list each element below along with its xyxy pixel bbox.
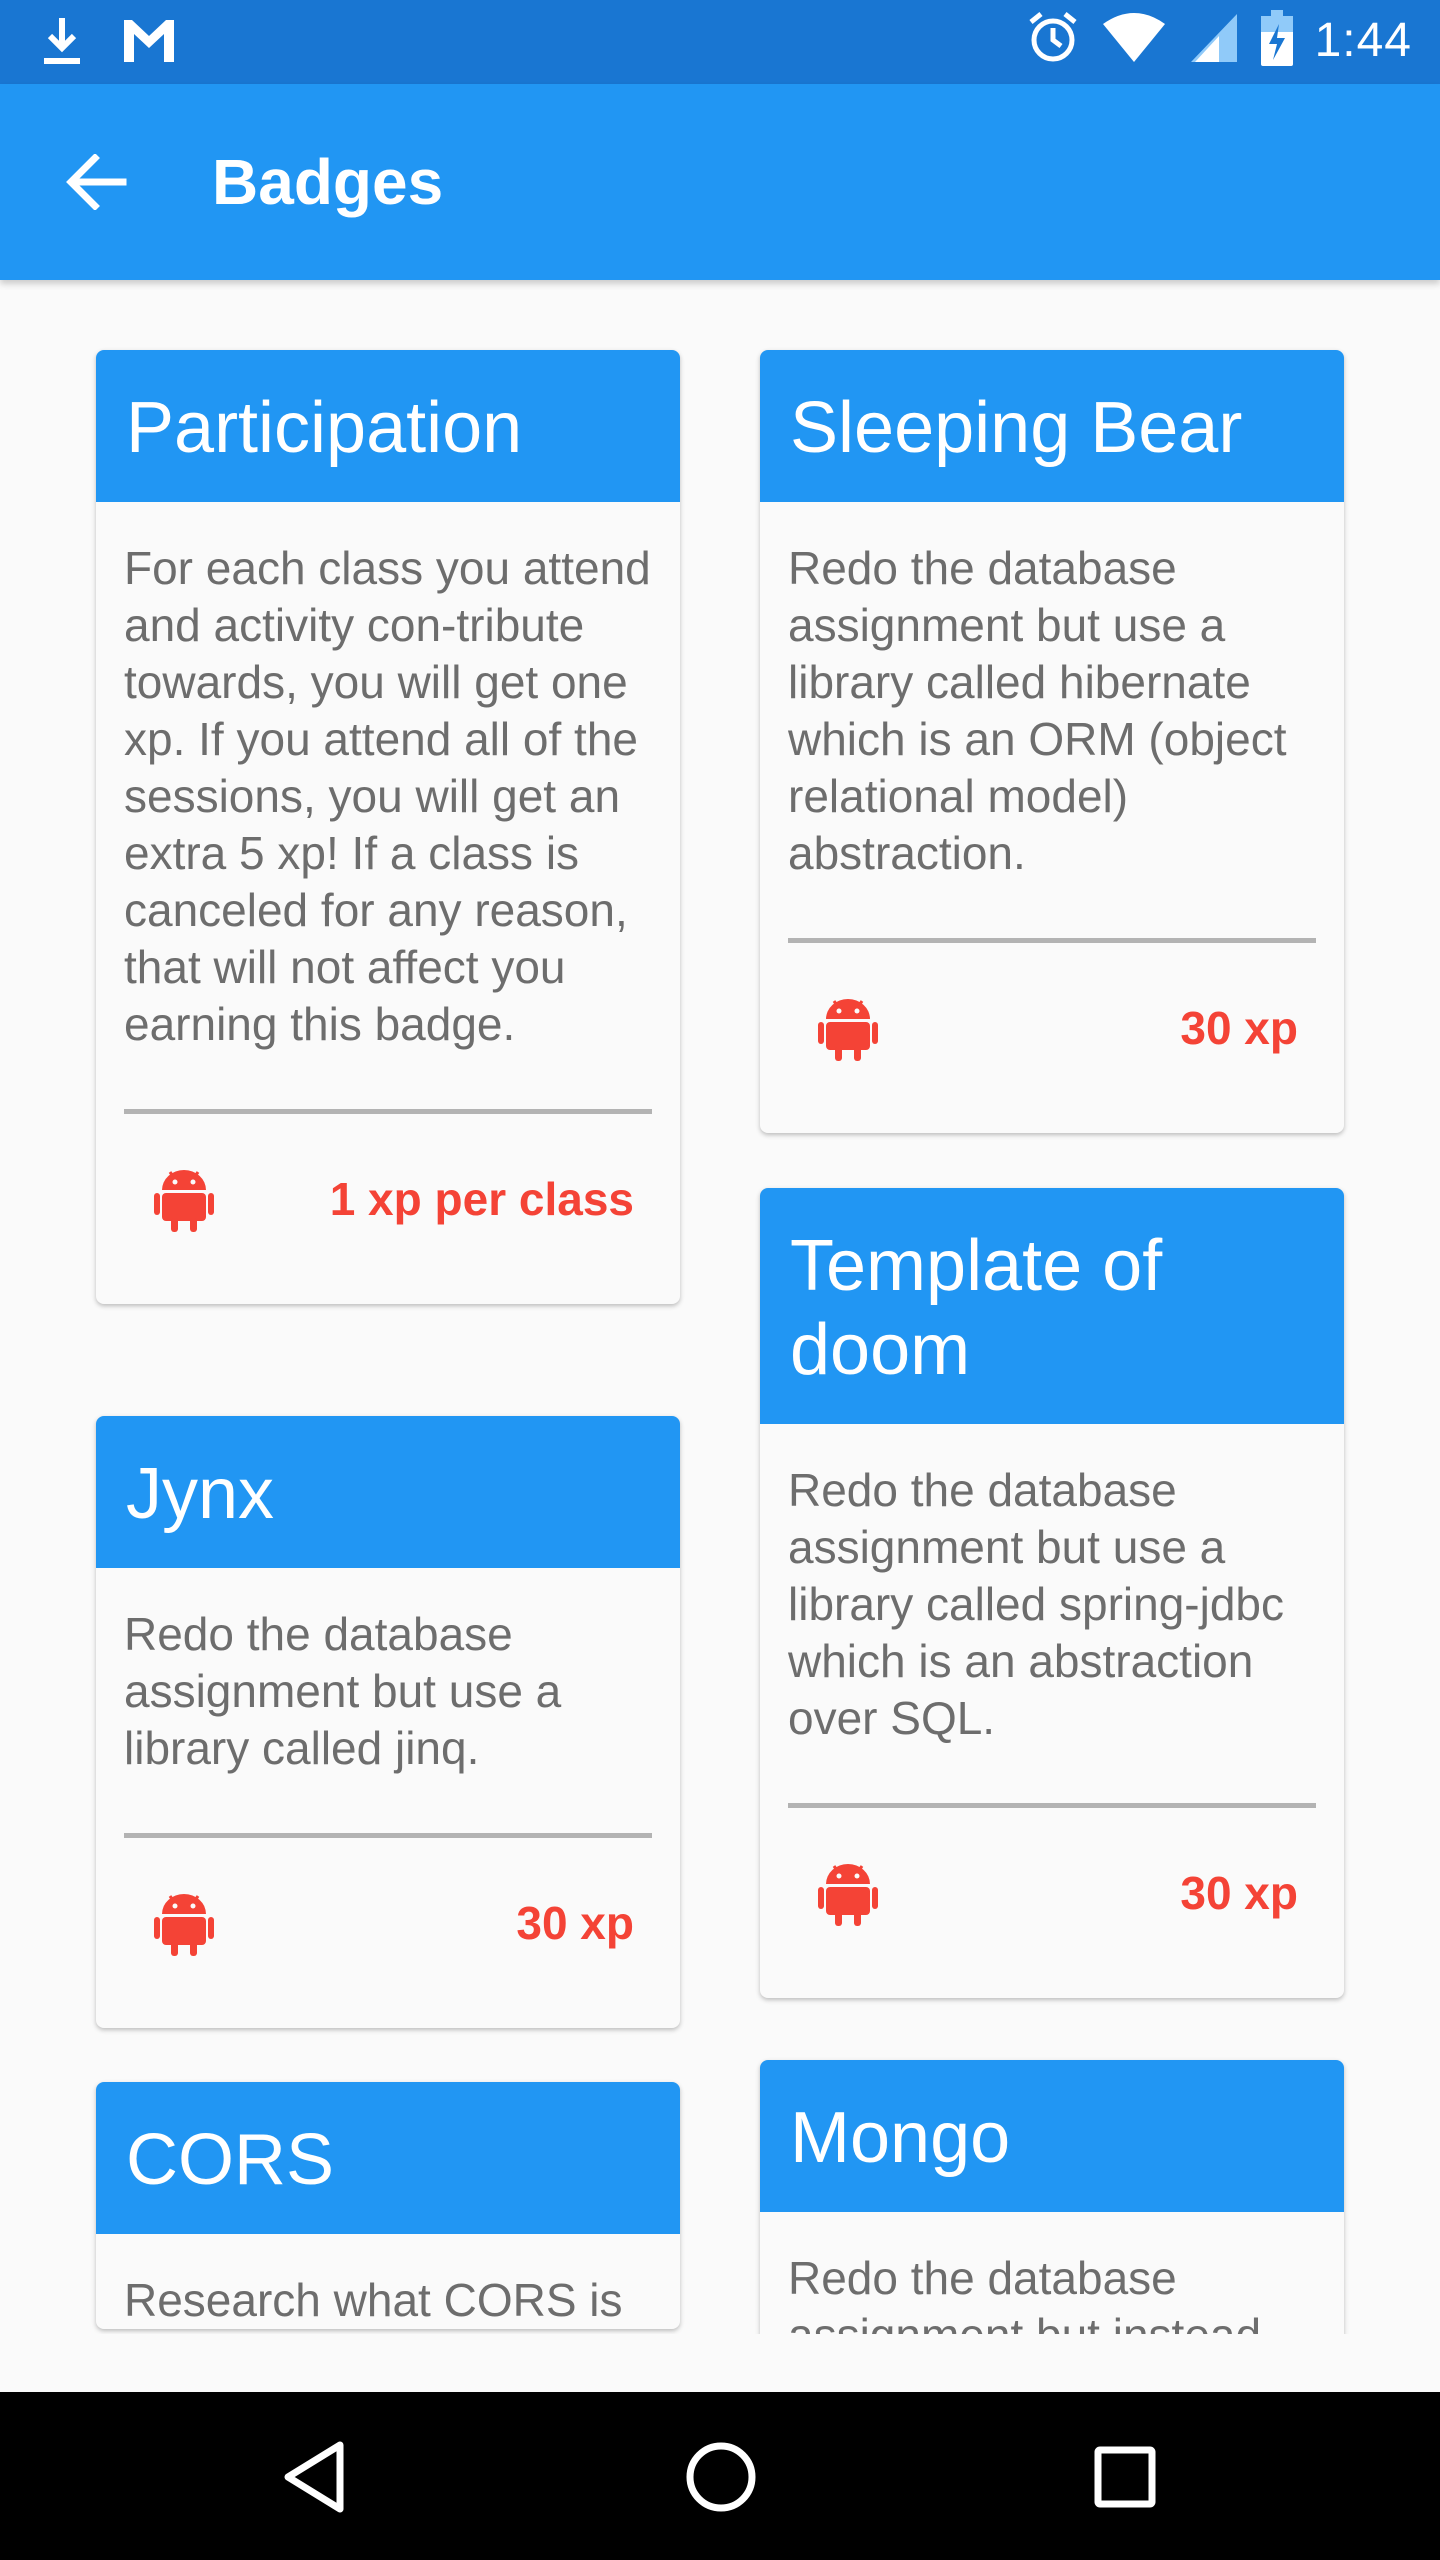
back-triangle-icon [284, 2441, 344, 2513]
badge-card-mongo[interactable]: Mongo Redo the database assignment but i… [760, 2060, 1344, 2334]
badge-card-sleeping-bear[interactable]: Sleeping Bear Redo the database assignme… [760, 350, 1344, 1133]
badge-title: Mongo [760, 2060, 1344, 2212]
status-left-icons [40, 14, 176, 73]
navigation-bar [0, 2392, 1440, 2560]
badge-card-template-of-doom[interactable]: Template of doom Redo the database assig… [760, 1188, 1344, 1998]
arrow-back-icon [66, 154, 127, 210]
back-button[interactable] [56, 142, 136, 222]
recents-square-icon [1094, 2446, 1156, 2508]
android-icon [154, 1170, 214, 1232]
badge-footer: 1 xp per class [96, 1114, 680, 1304]
badge-footer: 30 xp [760, 1808, 1344, 1998]
xp-value: 1 xp per class [329, 1173, 634, 1225]
badge-description: Redo the database assignment but use a l… [124, 1608, 562, 1774]
badge-card-participation[interactable]: Participation For each class you attend … [96, 350, 680, 1304]
app-bar: Badges [0, 84, 1440, 280]
badge-title: Template of doom [760, 1188, 1344, 1424]
badge-description: Research what CORS is [124, 2274, 623, 2326]
page-title: Badges [212, 146, 444, 218]
xp-value: 30 xp [516, 1897, 634, 1949]
nav-back-button[interactable] [270, 2432, 360, 2522]
home-circle-icon [686, 2442, 756, 2512]
nav-home-button[interactable] [676, 2432, 766, 2522]
xp-value: 30 xp [1180, 1002, 1298, 1054]
nav-recents-button[interactable] [1080, 2432, 1170, 2522]
badge-footer: 30 xp [760, 943, 1344, 1133]
badge-title: Participation [96, 350, 680, 502]
badge-card-cors[interactable]: CORS Research what CORS is [96, 2082, 680, 2329]
status-time: 1:44 [1314, 14, 1412, 67]
signal-icon [1189, 12, 1239, 69]
wifi-icon [1101, 12, 1167, 69]
android-icon [154, 1894, 214, 1956]
badge-footer: 30 xp [96, 1838, 680, 2028]
badge-description: For each class you attend and activity c… [124, 542, 651, 1050]
gmail-icon [122, 16, 176, 71]
badge-card-jynx[interactable]: Jynx Redo the database assignment but us… [96, 1416, 680, 2028]
badge-list[interactable]: Participation For each class you attend … [0, 280, 1440, 2334]
badge-title: CORS [96, 2082, 680, 2234]
status-bar: 1:44 [0, 0, 1440, 84]
badge-title: Sleeping Bear [760, 350, 1344, 502]
download-icon [40, 14, 84, 73]
android-icon [818, 999, 878, 1061]
battery-charging-icon [1260, 10, 1293, 71]
badge-description: Redo the database assignment but instead [788, 2252, 1261, 2334]
alarm-icon [1027, 10, 1079, 71]
xp-value: 30 xp [1180, 1867, 1298, 1919]
badge-description: Redo the database assignment but use a l… [788, 542, 1287, 879]
badge-title: Jynx [96, 1416, 680, 1568]
status-right-icons: 1:44 [1027, 10, 1412, 71]
badge-description: Redo the database assignment but use a l… [788, 1464, 1284, 1744]
android-icon [818, 1864, 878, 1926]
